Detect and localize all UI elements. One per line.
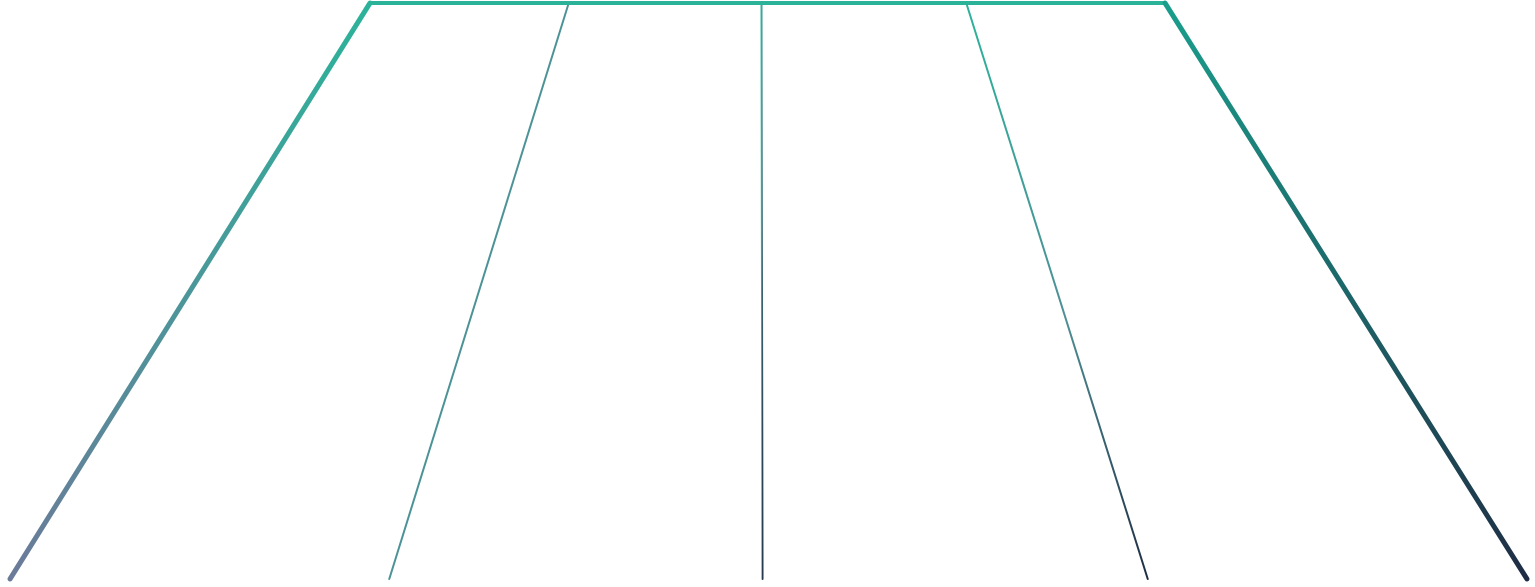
grid-column-line-1 <box>388 2 570 580</box>
grid-right-edge <box>1162 0 1530 582</box>
perspective-grid-canvas <box>0 0 1535 587</box>
grid-inner-lines <box>152 2 1385 580</box>
grid-outer-border <box>7 0 1530 582</box>
grid-left-edge <box>7 0 373 582</box>
perspective-grid-svg <box>7 0 1530 582</box>
grid-column-line-3 <box>965 2 1149 580</box>
grid-column-line-2 <box>760 2 764 580</box>
